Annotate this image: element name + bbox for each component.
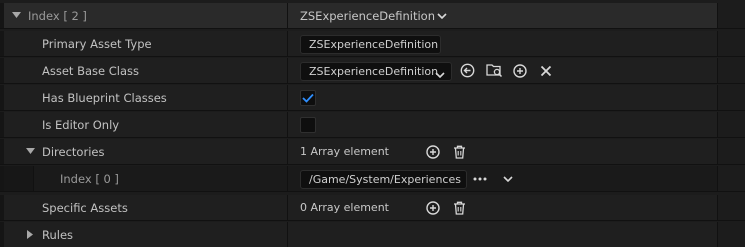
has-blueprint-classes-label: Has Blueprint Classes <box>42 90 167 105</box>
use-selected-icon[interactable] <box>459 58 475 83</box>
add-icon[interactable] <box>425 195 441 220</box>
is-editor-only-row: Is Editor Only <box>0 112 745 138</box>
has-blueprint-classes-row: Has Blueprint Classes <box>0 85 745 111</box>
column-separator <box>287 112 288 137</box>
right-gutter <box>717 112 745 137</box>
right-gutter <box>717 31 745 56</box>
column-separator <box>287 166 288 191</box>
left-gutter <box>0 139 4 164</box>
index-2-value: ZSExperienceDefinition <box>300 8 435 23</box>
column-separator <box>287 85 288 110</box>
primary-asset-type-label: Primary Asset Type <box>42 36 152 51</box>
asset-base-class-label: Asset Base Class <box>42 63 140 78</box>
asset-base-class-combo[interactable]: ZSExperienceDefinition <box>300 62 452 81</box>
delete-icon[interactable] <box>451 139 467 164</box>
right-gutter <box>717 195 745 220</box>
right-gutter <box>717 166 745 191</box>
browse-icon[interactable] <box>485 58 503 83</box>
right-gutter <box>717 85 745 110</box>
is-editor-only-checkbox[interactable] <box>300 117 316 133</box>
left-gutter <box>0 195 4 220</box>
right-gutter <box>717 58 745 83</box>
chevron-down-icon[interactable] <box>434 3 450 28</box>
column-separator <box>287 222 288 247</box>
indent-guide <box>4 166 34 191</box>
primary-asset-type-row: Primary Asset Type ZSExperienceDefinitio… <box>0 31 745 57</box>
details-panel: Index [ 2 ] ZSExperienceDefinition Prima… <box>0 0 745 247</box>
asset-base-class-row: Asset Base Class ZSExperienceDefinition <box>0 58 745 84</box>
expand-arrow-icon[interactable] <box>10 3 22 28</box>
collapse-arrow-icon[interactable] <box>24 139 36 164</box>
directory-path-field[interactable]: /Game/System/Experiences <box>300 170 467 189</box>
directory-index-0-row: Index [ 0 ] /Game/System/Experiences <box>0 166 745 192</box>
index-2-label: Index [ 2 ] <box>28 8 87 23</box>
add-icon[interactable] <box>512 58 528 83</box>
left-gutter <box>0 58 4 83</box>
column-separator <box>287 195 288 220</box>
column-separator <box>287 3 288 28</box>
right-gutter <box>717 222 745 247</box>
primary-asset-type-field[interactable]: ZSExperienceDefinition <box>300 35 441 54</box>
left-gutter <box>0 112 4 137</box>
specific-assets-label: Specific Assets <box>42 200 128 215</box>
rules-label: Rules <box>42 227 74 242</box>
index-2-row: Index [ 2 ] ZSExperienceDefinition <box>0 3 745 29</box>
chevron-down-icon[interactable] <box>500 166 516 191</box>
has-blueprint-classes-checkbox[interactable] <box>300 90 316 106</box>
left-gutter <box>0 222 4 247</box>
directories-count: 1 Array element <box>300 145 389 158</box>
column-separator <box>287 31 288 56</box>
chevron-down-icon <box>435 68 445 81</box>
delete-icon[interactable] <box>451 195 467 220</box>
left-gutter <box>0 3 4 28</box>
rules-row: Rules <box>0 222 745 247</box>
left-gutter <box>0 31 4 56</box>
checkmark-icon <box>302 93 314 103</box>
specific-assets-row: Specific Assets 0 Array element <box>0 195 745 221</box>
expand-arrow-icon[interactable] <box>24 222 36 247</box>
right-gutter <box>717 139 745 164</box>
asset-base-class-value: ZSExperienceDefinition <box>309 65 439 78</box>
right-gutter <box>717 3 745 28</box>
column-separator <box>287 139 288 164</box>
more-options-icon[interactable] <box>472 166 488 191</box>
directories-label: Directories <box>42 144 105 159</box>
add-icon[interactable] <box>425 139 441 164</box>
specific-assets-count: 0 Array element <box>300 201 389 214</box>
directories-row: Directories 1 Array element <box>0 139 745 165</box>
column-separator <box>287 58 288 83</box>
clear-icon[interactable] <box>538 58 554 83</box>
is-editor-only-label: Is Editor Only <box>42 117 120 132</box>
left-gutter <box>0 85 4 110</box>
directory-index-0-label: Index [ 0 ] <box>60 171 119 186</box>
